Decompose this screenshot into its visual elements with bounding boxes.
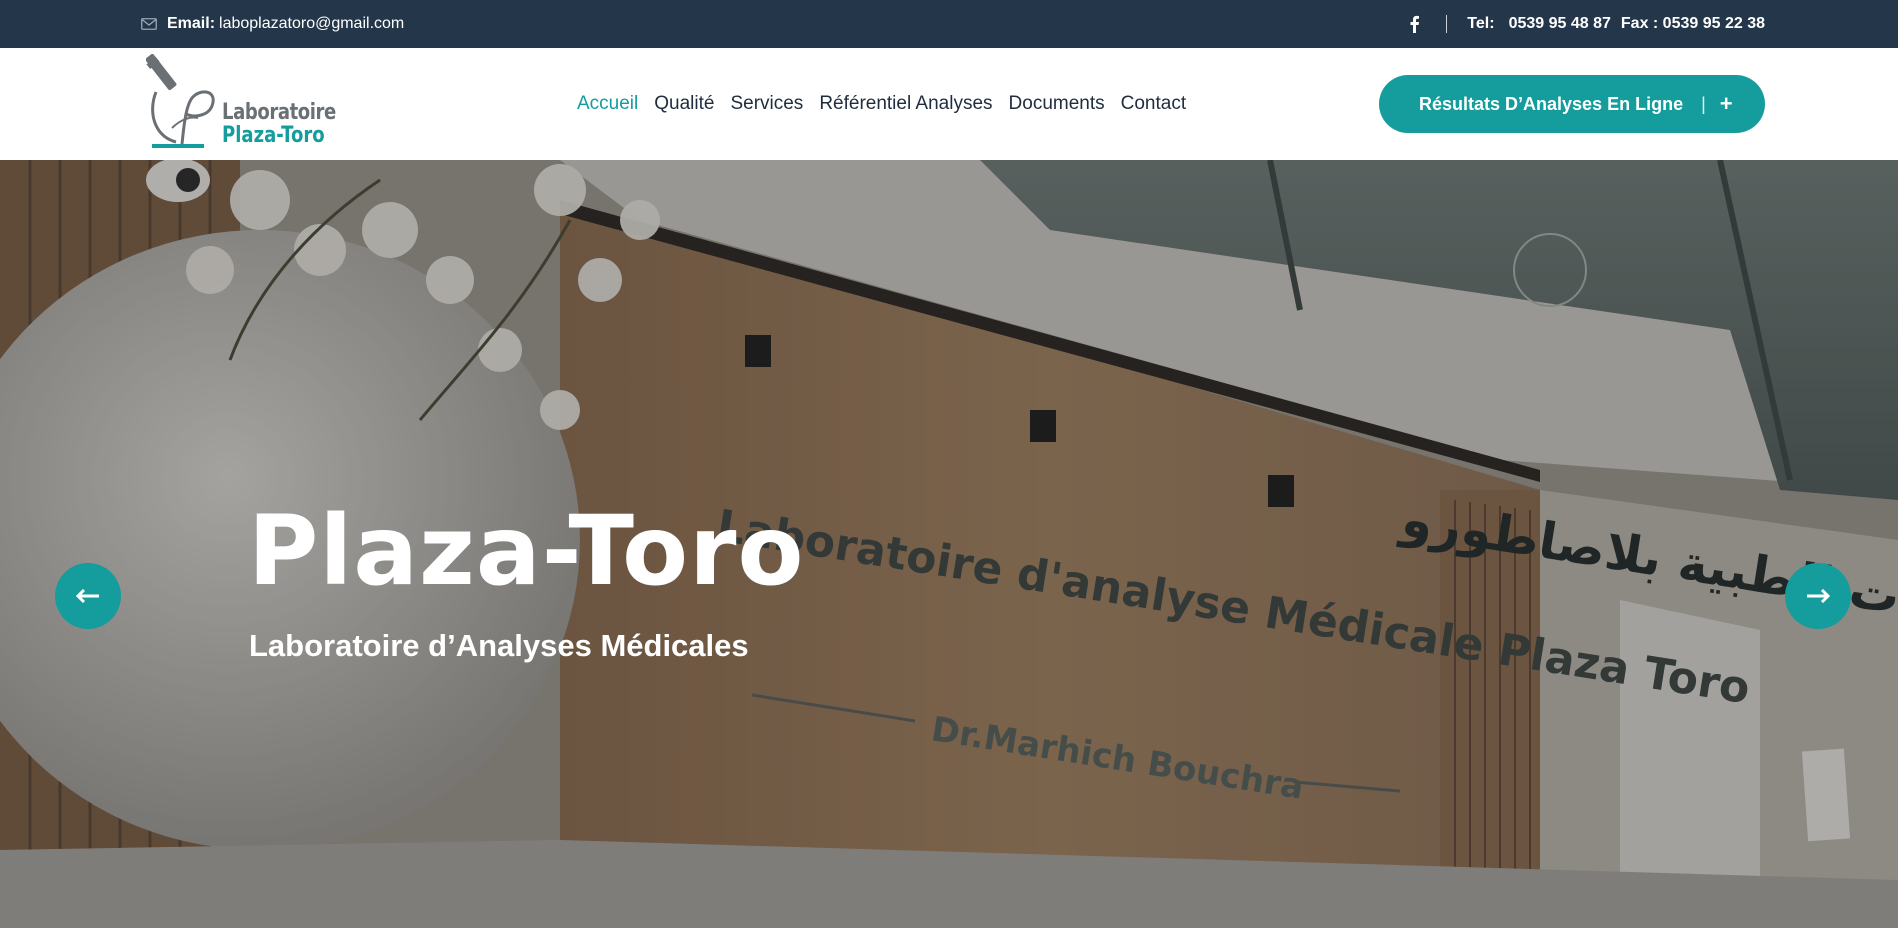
nav-item-documents[interactable]: Documents	[1009, 93, 1105, 115]
arrow-right-icon	[1807, 589, 1830, 603]
site-logo[interactable]: Laboratoire Plaza-Toro	[146, 54, 346, 154]
email-contact[interactable]: Email: laboplazatoro@gmail.com	[141, 0, 404, 48]
top-bar: Email: laboplazatoro@gmail.com Tel: 0539…	[0, 0, 1898, 48]
hero-slider: Laboratoire d'analyse Médicale Plaza Tor…	[0, 160, 1898, 928]
tel-number[interactable]: 0539 95 48 87	[1509, 15, 1611, 33]
nav-item-referentiel-analyses[interactable]: Référentiel Analyses	[819, 93, 992, 115]
hero-subtitle: Laboratoire d’Analyses Médicales	[249, 628, 749, 663]
envelope-icon	[141, 18, 157, 30]
site-header: Laboratoire Plaza-Toro Accueil Qualité S…	[0, 48, 1898, 160]
logo-line-1: Laboratoire	[222, 100, 336, 125]
slider-next-button[interactable]	[1785, 563, 1851, 629]
nav-item-accueil[interactable]: Accueil	[577, 93, 638, 115]
slider-prev-button[interactable]	[55, 563, 121, 629]
logo-line-2: Plaza-Toro	[222, 123, 325, 148]
online-results-button[interactable]: Résultats D’Analyses En Ligne | +	[1379, 75, 1765, 133]
nav-item-contact[interactable]: Contact	[1121, 93, 1186, 115]
button-separator: |	[1701, 93, 1706, 114]
divider	[1446, 15, 1448, 33]
tel-label: Tel:	[1467, 15, 1495, 32]
plus-icon: +	[1719, 91, 1733, 116]
nav-item-qualite[interactable]: Qualité	[654, 93, 714, 115]
phone-contact: Tel: 0539 95 48 87 Fax : 0539 95 22 38	[1408, 0, 1765, 48]
hero-title: Plaza-Toro	[248, 495, 805, 607]
online-results-label: Résultats D’Analyses En Ligne	[1419, 93, 1684, 114]
nav-item-services[interactable]: Services	[730, 93, 803, 115]
email-label: Email:	[167, 15, 216, 32]
facebook-icon[interactable]	[1408, 15, 1420, 33]
email-address[interactable]: laboplazatoro@gmail.com	[219, 15, 404, 33]
arrow-left-icon	[76, 589, 99, 603]
main-nav: Accueil Qualité Services Référentiel Ana…	[577, 48, 1202, 160]
fax-number: Fax : 0539 95 22 38	[1620, 15, 1765, 32]
